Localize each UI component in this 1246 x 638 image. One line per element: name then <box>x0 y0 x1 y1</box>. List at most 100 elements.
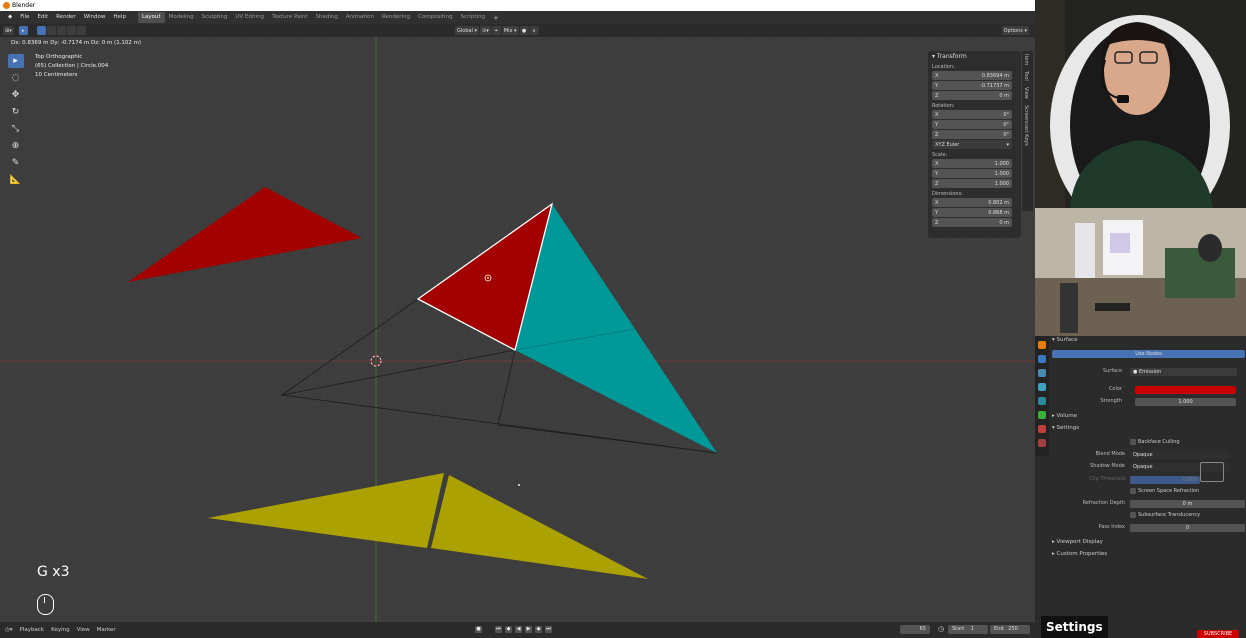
scale-y-field[interactable]: Y 1.000 <box>932 169 1012 178</box>
tab-layout[interactable]: Layout <box>137 12 165 23</box>
refraction-depth-field[interactable]: 0 m <box>1130 500 1245 508</box>
annotate-tool-icon[interactable]: ✎ <box>8 156 24 170</box>
viewport-display-header[interactable]: ▸ Viewport Display <box>1052 539 1103 545</box>
transform-header[interactable]: ▾ Transform <box>932 53 1017 60</box>
end-frame-field[interactable]: End 250 <box>990 625 1030 634</box>
select-tool-icon[interactable]: ▸ <box>7 54 24 68</box>
tab-texture-paint[interactable]: Texture Paint <box>268 12 312 23</box>
texture-props-icon[interactable] <box>1038 439 1046 447</box>
tab-scripting[interactable]: Scripting <box>457 12 489 23</box>
location-z-field[interactable]: Z 0 m <box>932 91 1012 100</box>
backface-culling-checkbox[interactable] <box>1130 439 1136 445</box>
data-props-icon[interactable] <box>1038 411 1046 419</box>
location-y-field[interactable]: Y -0.71737 m <box>932 81 1012 90</box>
menu-render[interactable]: Render <box>52 11 80 24</box>
select-intersect-icon[interactable] <box>76 26 86 35</box>
tab-rendering[interactable]: Rendering <box>378 12 414 23</box>
tab-animation[interactable]: Animation <box>342 12 378 23</box>
play-reverse-icon[interactable]: ◀ <box>515 626 522 633</box>
modifier-props-icon[interactable] <box>1038 355 1046 363</box>
subscribe-button[interactable]: SUBSCRIBE <box>1197 630 1239 638</box>
tab-view[interactable]: View <box>1022 84 1030 102</box>
subsurface-checkbox[interactable] <box>1130 512 1136 518</box>
rotation-x-field[interactable]: X 0° <box>932 110 1012 119</box>
tab-modeling[interactable]: Modeling <box>165 12 198 23</box>
field-value: 1.000 <box>994 160 1009 167</box>
falloff-curve-icon[interactable]: ∧ <box>529 26 539 35</box>
next-key-icon[interactable]: ◆ <box>535 626 542 633</box>
menu-help[interactable]: Help <box>109 11 130 24</box>
menu-edit[interactable]: Edit <box>33 11 52 24</box>
constraints-props-icon[interactable] <box>1038 397 1046 405</box>
select-extend-icon[interactable] <box>46 26 56 35</box>
proportional-dropdown[interactable]: Mix ▾ <box>501 26 519 35</box>
transform-tool-icon[interactable]: ⊕ <box>8 139 24 153</box>
proportional-falloff-icon[interactable]: ● <box>519 26 529 35</box>
play-icon[interactable]: ▶ <box>525 626 532 633</box>
clip-threshold-field[interactable]: 0.500 <box>1130 476 1200 484</box>
rotation-z-field[interactable]: Z 0° <box>932 130 1012 139</box>
cursor-tool-icon[interactable]: ◌ <box>8 71 24 85</box>
rotation-mode-dropdown[interactable]: XYZ Euler ▾ <box>932 140 1012 149</box>
physics-props-icon[interactable] <box>1038 383 1046 391</box>
jump-end-icon[interactable]: ⏭ <box>545 626 552 633</box>
custom-properties-header[interactable]: ▸ Custom Properties <box>1052 551 1107 557</box>
menu-playback[interactable]: Playback <box>20 627 45 633</box>
record-icon[interactable]: ● <box>475 626 482 633</box>
pass-index-field[interactable]: 0 <box>1130 524 1245 532</box>
particles-props-icon[interactable] <box>1038 369 1046 377</box>
select-mode-button[interactable]: ▸ <box>18 26 28 35</box>
tab-compositing[interactable]: Compositing <box>414 12 456 23</box>
strength-field[interactable]: 1.000 <box>1135 398 1236 406</box>
scale-x-field[interactable]: X 1.000 <box>932 159 1012 168</box>
grid-scale: 10 Centimeters <box>35 72 78 78</box>
blend-mode-dropdown[interactable]: Opaque <box>1130 451 1230 459</box>
tab-screencast-keys[interactable]: Screencast Keys <box>1022 102 1030 149</box>
start-frame-field[interactable]: Start 1 <box>948 625 988 634</box>
material-props-icon[interactable] <box>1038 425 1046 433</box>
jump-start-icon[interactable]: ⏮ <box>495 626 502 633</box>
color-swatch[interactable] <box>1135 386 1236 394</box>
editor-type-button[interactable]: ⊞▾ <box>3 26 14 35</box>
surface-header[interactable]: ▾ Surface <box>1052 337 1077 343</box>
select-invert-icon[interactable] <box>66 26 76 35</box>
menu-view[interactable]: View <box>77 627 90 633</box>
use-nodes-button[interactable]: Use Nodes <box>1052 350 1245 358</box>
select-new-icon[interactable] <box>36 26 46 35</box>
rotation-y-field[interactable]: Y 0° <box>932 120 1012 129</box>
surface-shader-field[interactable]: ● Emission <box>1130 368 1237 376</box>
measure-tool-icon[interactable]: 📐 <box>8 173 24 187</box>
blender-menu-icon[interactable]: ◆ <box>4 11 16 24</box>
timeline-editor-icon[interactable]: ◷▾ <box>5 627 13 633</box>
menu-keying[interactable]: Keying <box>51 627 69 633</box>
prev-key-icon[interactable]: ◆ <box>505 626 512 633</box>
tab-tool[interactable]: Tool <box>1022 68 1030 84</box>
tab-sculpting[interactable]: Sculpting <box>198 12 232 23</box>
location-x-field[interactable]: X 0.83694 m <box>932 71 1012 80</box>
menu-marker[interactable]: Marker <box>97 627 116 633</box>
move-tool-icon[interactable]: ✥ <box>8 88 24 102</box>
ssr-checkbox[interactable] <box>1130 488 1136 494</box>
tab-shading[interactable]: Shading <box>312 12 342 23</box>
rotate-tool-icon[interactable]: ↻ <box>8 105 24 119</box>
scale-tool-icon[interactable]: ⤡ <box>8 122 24 136</box>
dimensions-x-field[interactable]: X 0.802 m <box>932 198 1012 207</box>
menu-window[interactable]: Window <box>80 11 110 24</box>
tab-item[interactable]: Item <box>1022 51 1030 68</box>
settings-header[interactable]: ▾ Settings <box>1052 425 1079 431</box>
current-frame-field[interactable]: 65 <box>900 625 930 634</box>
transform-orientation-dropdown[interactable]: Global ▾ <box>455 26 480 35</box>
pivot-point-icon[interactable]: ⊙▾ <box>480 26 491 35</box>
select-subtract-icon[interactable] <box>56 26 66 35</box>
add-workspace-button[interactable]: + <box>489 14 503 22</box>
tab-uv-editing[interactable]: UV Editing <box>231 12 268 23</box>
scale-z-field[interactable]: Z 1.000 <box>932 179 1012 188</box>
object-props-icon[interactable] <box>1038 341 1046 349</box>
volume-header[interactable]: ▸ Volume <box>1052 413 1077 419</box>
dimensions-y-field[interactable]: Y 0.868 m <box>932 208 1012 217</box>
dimensions-z-field[interactable]: Z 0 m <box>932 218 1012 227</box>
3d-viewport[interactable]: Dx: 0.8369 m Dy: -0.7174 m Dz: 0 m (1.10… <box>0 37 1035 622</box>
menu-file[interactable]: File <box>16 11 33 24</box>
options-dropdown[interactable]: Options ▾ <box>1001 26 1029 35</box>
snap-icon[interactable]: ⌖ <box>491 26 501 35</box>
